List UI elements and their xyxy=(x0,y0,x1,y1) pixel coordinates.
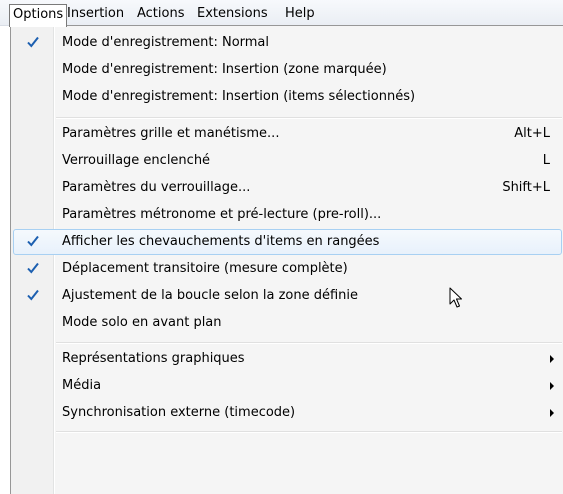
menu-separator xyxy=(56,342,562,344)
checkmark-icon xyxy=(27,36,39,48)
menu-item-label: Paramètres grille et manétisme... xyxy=(62,126,280,141)
shortcut-label: Alt+L xyxy=(514,126,550,141)
menu-actions[interactable]: Actions xyxy=(133,5,189,22)
menu-item-label: Paramètres métronome et pré-lecture (pre… xyxy=(62,207,382,222)
menu-item-label: Mode d'enregistrement: Insertion (zone m… xyxy=(62,62,387,77)
options-dropdown-menu: Mode d'enregistrement: Normal Mode d'enr… xyxy=(10,25,563,494)
chevron-right-icon xyxy=(550,355,554,363)
checkmark-icon xyxy=(27,235,39,247)
menu-item-label: Déplacement transitoire (mesure complète… xyxy=(62,261,348,276)
menu-item-graphic-representations[interactable]: Représentations graphiques xyxy=(13,346,562,372)
menu-item-loop-adjust[interactable]: Ajustement de la boucle selon la zone dé… xyxy=(13,283,562,309)
menu-item-label: Paramètres du verrouillage... xyxy=(62,180,251,195)
menu-insertion[interactable]: Insertion xyxy=(63,5,128,22)
shortcut-label: L xyxy=(542,153,550,168)
menu-item-mode-normal[interactable]: Mode d'enregistrement: Normal xyxy=(13,30,562,56)
menu-item-label: Ajustement de la boucle selon la zone dé… xyxy=(62,288,359,303)
menu-separator xyxy=(56,431,562,433)
menu-extensions[interactable]: Extensions xyxy=(193,5,272,22)
menu-help[interactable]: Help xyxy=(281,5,319,22)
menu-item-show-overlapping-items[interactable]: Afficher les chevauchements d'items en r… xyxy=(13,229,562,255)
menu-item-label: Mode solo en avant plan xyxy=(62,315,222,330)
menu-item-mode-insertion-items[interactable]: Mode d'enregistrement: Insertion (items … xyxy=(13,84,562,110)
checkmark-icon xyxy=(27,289,39,301)
menu-item-transient-move[interactable]: Déplacement transitoire (mesure complète… xyxy=(13,256,562,282)
menu-item-label: Synchronisation externe (timecode) xyxy=(62,405,296,420)
menu-item-external-sync[interactable]: Synchronisation externe (timecode) xyxy=(13,400,562,426)
menu-item-grid-settings[interactable]: Paramètres grille et manétisme... Alt+L xyxy=(13,121,562,147)
menu-options[interactable]: Options xyxy=(9,4,68,27)
mouse-pointer-icon xyxy=(449,287,462,308)
menu-item-metronome-settings[interactable]: Paramètres métronome et pré-lecture (pre… xyxy=(13,202,562,228)
menu-item-label: Verrouillage enclenché xyxy=(62,153,211,168)
chevron-right-icon xyxy=(550,409,554,417)
chevron-right-icon xyxy=(550,382,554,390)
menu-item-label: Mode d'enregistrement: Insertion (items … xyxy=(62,89,416,104)
menu-item-solo-foreground[interactable]: Mode solo en avant plan xyxy=(13,310,562,336)
menu-item-label: Média xyxy=(62,378,102,393)
menu-separator xyxy=(56,117,562,119)
menu-item-mode-insertion-zone[interactable]: Mode d'enregistrement: Insertion (zone m… xyxy=(13,57,562,83)
menu-item-media[interactable]: Média xyxy=(13,373,562,399)
checkmark-icon xyxy=(27,262,39,274)
menu-item-label: Représentations graphiques xyxy=(62,351,245,366)
menu-item-label: Afficher les chevauchements d'items en r… xyxy=(62,234,380,249)
menu-item-lock-settings[interactable]: Paramètres du verrouillage... Shift+L xyxy=(13,175,562,201)
menu-bar: Options Insertion Actions Extensions Hel… xyxy=(0,0,563,27)
menu-item-lock-enabled[interactable]: Verrouillage enclenché L xyxy=(13,148,562,174)
shortcut-label: Shift+L xyxy=(502,180,550,195)
menu-item-label: Mode d'enregistrement: Normal xyxy=(62,35,270,50)
